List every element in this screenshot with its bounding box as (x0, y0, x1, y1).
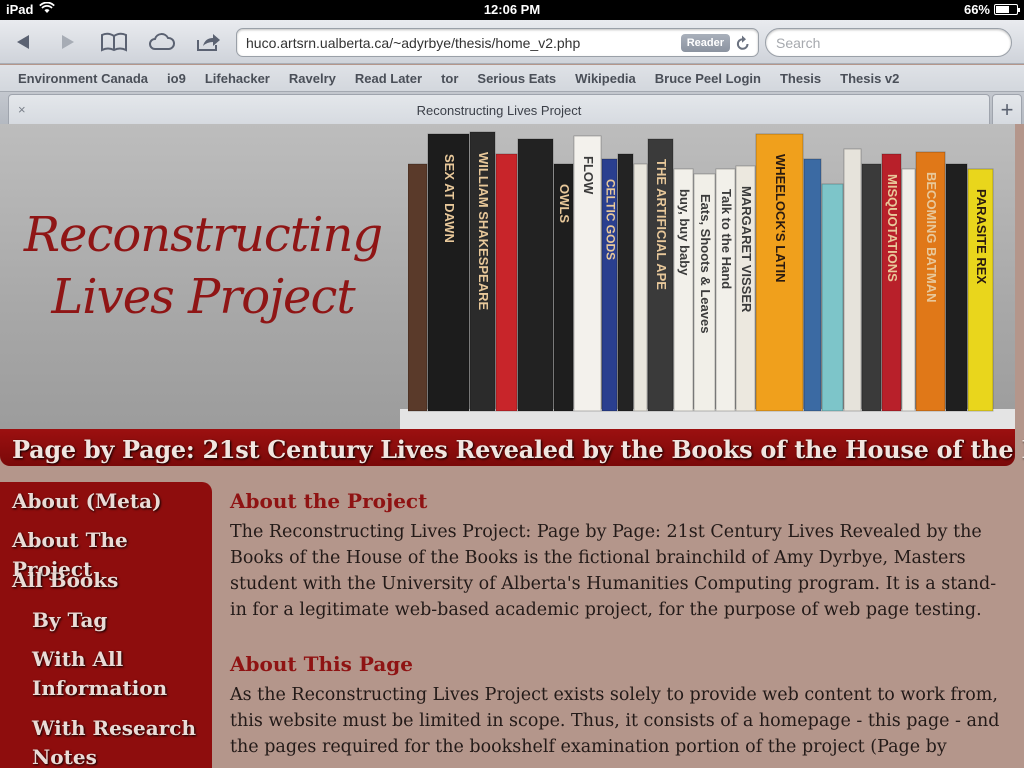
tab-reconstructing-lives[interactable]: × Reconstructing Lives Project (8, 94, 990, 125)
battery-icon (994, 4, 1020, 15)
book-spine (803, 158, 822, 412)
bookmark-serious-eats[interactable]: Serious Eats (477, 71, 556, 86)
bookmark-tor[interactable]: tor (441, 71, 458, 86)
book-spine (945, 163, 968, 412)
book-spine (495, 153, 518, 412)
book-spine-title: BECOMING BATMAN (924, 172, 939, 302)
book-spine-title: WHEELOCK'S LATIN (773, 154, 788, 283)
web-page: Reconstructing Lives Project SEX AT DAWN… (0, 124, 1024, 768)
tab-title: Reconstructing Lives Project (416, 103, 582, 118)
bookmarks-bar: Environment Canada io9 Lifehacker Ravelr… (0, 65, 1024, 91)
search-input[interactable] (776, 35, 996, 51)
clock: 12:06 PM (483, 2, 541, 17)
main-content: About the Project The Reconstructing Liv… (230, 489, 1010, 760)
book-spine (821, 183, 844, 412)
book-spine (633, 163, 648, 412)
bookmark-thesis-v2[interactable]: Thesis v2 (840, 71, 899, 86)
book-spine (517, 138, 554, 412)
bookmark-thesis[interactable]: Thesis (780, 71, 821, 86)
bookmark-read-later[interactable]: Read Later (355, 71, 422, 86)
forward-arrow-icon[interactable] (52, 27, 84, 57)
site-title-line1: Reconstructing (23, 207, 383, 263)
new-tab-button[interactable]: + (992, 94, 1022, 125)
header-banner: Reconstructing Lives Project SEX AT DAWN… (0, 124, 1015, 429)
nav-with-all-information[interactable]: With All Information (32, 645, 182, 703)
search-bar[interactable] (765, 28, 1012, 57)
book-spine (861, 163, 882, 412)
book-spine-title: MARGARET VISSER (739, 186, 754, 313)
book-spine-title: FLOW (581, 156, 596, 195)
nav-all-books[interactable]: All Books (12, 566, 118, 595)
address-bar[interactable]: huco.artsrn.ualberta.ca/~adyrbye/thesis/… (236, 28, 759, 57)
nav-about-meta[interactable]: About (Meta) (12, 487, 162, 516)
bookmark-wikipedia[interactable]: Wikipedia (575, 71, 636, 86)
status-bar: iPad 12:06 PM 66% (0, 0, 1024, 20)
book-spine-title: MISQUOTATIONS (885, 174, 900, 282)
bookmark-lifehacker[interactable]: Lifehacker (205, 71, 270, 86)
bookmark-environment-canada[interactable]: Environment Canada (18, 71, 148, 86)
bookmark-io9[interactable]: io9 (167, 71, 186, 86)
sidebar-nav: About (Meta) About The Project All Books… (0, 482, 212, 768)
nav-by-tag[interactable]: By Tag (32, 606, 107, 635)
bookmark-ravelry[interactable]: Ravelry (289, 71, 336, 86)
book-spine-title: PARASITE REX (974, 189, 989, 284)
book-spine (843, 148, 862, 412)
reader-button[interactable]: Reader (680, 34, 730, 52)
tagline-bar: Page by Page: 21st Century Lives Reveale… (0, 429, 1024, 466)
book-spine-title: Eats, Shoots & Leaves (698, 194, 713, 333)
site-title-line2: Lives Project (51, 269, 355, 325)
book-spine-title: Talk to the Hand (719, 189, 734, 289)
bookmark-bruce-peel-login[interactable]: Bruce Peel Login (655, 71, 761, 86)
url-text[interactable]: huco.artsrn.ualberta.ca/~adyrbye/thesis/… (246, 35, 580, 51)
battery-percent: 66% (963, 2, 990, 17)
book-spine-title: SEX AT DAWN (442, 154, 457, 243)
section-heading-about-page: About This Page (230, 652, 413, 676)
book-spine-title: WILLIAM SHAKESPEARE (476, 152, 491, 311)
book-spine (408, 163, 428, 412)
bookshelf-image: SEX AT DAWN WILLIAM SHAKESPEARE OWLS FLOW CE… (408, 131, 994, 412)
book-spine (617, 153, 634, 412)
site-logo-title[interactable]: Reconstructing Lives Project (14, 204, 392, 328)
tab-bar: × Reconstructing Lives Project + (0, 91, 1024, 125)
nav-with-research-notes[interactable]: With Research Notes (32, 714, 202, 768)
book-spine (901, 168, 916, 412)
section-body-about-project: The Reconstructing Lives Project: Page b… (230, 522, 997, 620)
section-body-about-page: As the Reconstructing Lives Project exis… (230, 685, 1000, 757)
back-arrow-icon[interactable] (7, 27, 39, 57)
share-icon[interactable] (193, 27, 225, 57)
book-spine-title: THE ARTIFICIAL APE (654, 159, 669, 290)
browser-toolbar: huco.artsrn.ualberta.ca/~adyrbye/thesis/… (0, 20, 1024, 64)
book-spine-title: buy, buy baby (677, 189, 692, 276)
bookmarks-book-icon[interactable] (98, 27, 130, 57)
site-tagline: Page by Page: 21st Century Lives Reveale… (12, 435, 1024, 464)
reload-icon[interactable] (734, 33, 752, 53)
icloud-tabs-icon[interactable] (146, 27, 178, 57)
section-heading-about-project: About the Project (230, 489, 428, 513)
book-spine-title: CELTIC GODS (603, 179, 617, 260)
book-spine-title: OWLS (557, 184, 572, 223)
